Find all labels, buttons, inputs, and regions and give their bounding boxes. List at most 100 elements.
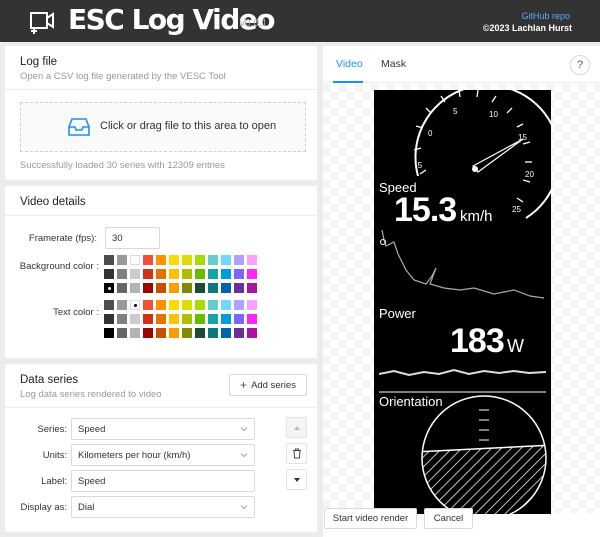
label-input[interactable]: Speed — [71, 470, 255, 492]
color-swatch[interactable] — [169, 255, 179, 265]
color-swatch[interactable] — [130, 255, 140, 265]
color-swatch[interactable] — [143, 283, 153, 293]
color-swatch[interactable] — [234, 269, 244, 279]
color-swatch[interactable] — [195, 269, 205, 279]
text-color-picker[interactable] — [104, 300, 270, 338]
color-swatch[interactable] — [234, 328, 244, 338]
color-swatch[interactable] — [117, 328, 127, 338]
dropzone-text: Click or drag file to this area to open — [100, 120, 277, 132]
color-swatch[interactable] — [182, 255, 192, 265]
color-swatch[interactable] — [104, 269, 114, 279]
color-swatch[interactable] — [195, 255, 205, 265]
color-swatch[interactable] — [195, 283, 205, 293]
color-swatch[interactable] — [169, 300, 179, 310]
color-swatch[interactable] — [234, 255, 244, 265]
color-swatch[interactable] — [104, 300, 114, 310]
swatch-spacer — [260, 328, 270, 338]
color-swatch[interactable] — [234, 283, 244, 293]
log-file-header: Log file Open a CSV log file generated b… — [5, 46, 317, 90]
color-swatch[interactable] — [182, 283, 192, 293]
color-swatch[interactable] — [234, 300, 244, 310]
color-swatch[interactable] — [143, 300, 153, 310]
series-select[interactable]: Speed — [71, 418, 255, 440]
color-swatch[interactable] — [182, 328, 192, 338]
color-swatch[interactable] — [117, 269, 127, 279]
color-swatch[interactable] — [130, 328, 140, 338]
color-swatch[interactable] — [156, 255, 166, 265]
color-swatch[interactable] — [143, 255, 153, 265]
color-swatch[interactable] — [247, 255, 257, 265]
file-dropzone[interactable]: Click or drag file to this area to open — [20, 102, 306, 152]
color-swatch[interactable] — [182, 269, 192, 279]
color-swatch[interactable] — [130, 269, 140, 279]
display-as-select[interactable]: Dial — [71, 496, 255, 518]
delete-series-button[interactable] — [286, 443, 307, 464]
color-swatch[interactable] — [156, 328, 166, 338]
color-swatch[interactable] — [247, 314, 257, 324]
color-swatch[interactable] — [130, 314, 140, 324]
color-swatch[interactable] — [169, 269, 179, 279]
tab-video[interactable]: Video — [336, 58, 363, 70]
units-label: Units: — [42, 450, 67, 461]
color-swatch[interactable] — [104, 255, 114, 265]
color-swatch[interactable] — [104, 283, 114, 293]
color-swatch[interactable] — [117, 255, 127, 265]
color-swatch[interactable] — [195, 314, 205, 324]
color-swatch[interactable] — [195, 328, 205, 338]
color-swatch[interactable] — [156, 283, 166, 293]
speed-unit: km/h — [460, 208, 493, 225]
color-swatch[interactable] — [156, 269, 166, 279]
power-label: Power — [379, 306, 417, 321]
color-swatch[interactable] — [130, 283, 140, 293]
color-swatch[interactable] — [208, 328, 218, 338]
color-swatch[interactable] — [130, 300, 140, 310]
color-swatch[interactable] — [143, 269, 153, 279]
color-swatch[interactable] — [156, 314, 166, 324]
dial-label: 20 — [525, 170, 534, 179]
color-swatch[interactable] — [247, 300, 257, 310]
help-button[interactable]: ? — [570, 55, 590, 75]
color-swatch[interactable] — [143, 328, 153, 338]
color-swatch[interactable] — [221, 283, 231, 293]
github-repo-link[interactable]: GitHub repo — [521, 11, 570, 21]
color-swatch[interactable] — [247, 283, 257, 293]
start-video-render-button[interactable]: Start video render — [324, 508, 417, 529]
move-up-button[interactable] — [286, 417, 307, 438]
color-swatch[interactable] — [247, 328, 257, 338]
cancel-button[interactable]: Cancel — [424, 508, 473, 529]
color-swatch[interactable] — [221, 300, 231, 310]
units-select[interactable]: Kilometers per hour (km/h) — [71, 444, 255, 466]
color-swatch[interactable] — [247, 269, 257, 279]
tab-mask[interactable]: Mask — [381, 58, 406, 70]
color-swatch[interactable] — [182, 314, 192, 324]
color-swatch[interactable] — [117, 300, 127, 310]
label-label: Label: — [41, 476, 67, 487]
color-swatch[interactable] — [104, 328, 114, 338]
color-swatch[interactable] — [169, 283, 179, 293]
color-swatch[interactable] — [221, 269, 231, 279]
framerate-input[interactable]: 30 — [105, 227, 160, 249]
color-swatch[interactable] — [208, 269, 218, 279]
color-swatch[interactable] — [143, 314, 153, 324]
color-swatch[interactable] — [221, 255, 231, 265]
background-color-picker[interactable] — [104, 255, 270, 293]
color-swatch[interactable] — [169, 328, 179, 338]
color-swatch[interactable] — [169, 314, 179, 324]
color-swatch[interactable] — [234, 314, 244, 324]
color-swatch[interactable] — [221, 314, 231, 324]
color-swatch[interactable] — [195, 300, 205, 310]
color-swatch[interactable] — [208, 300, 218, 310]
units-value: Kilometers per hour (km/h) — [78, 450, 191, 461]
color-swatch[interactable] — [156, 300, 166, 310]
color-swatch[interactable] — [208, 255, 218, 265]
color-swatch[interactable] — [208, 283, 218, 293]
color-swatch[interactable] — [221, 328, 231, 338]
color-swatch[interactable] — [104, 314, 114, 324]
swatch-spacer — [260, 269, 270, 279]
color-swatch[interactable] — [117, 283, 127, 293]
move-down-button[interactable] — [286, 469, 307, 490]
color-swatch[interactable] — [208, 314, 218, 324]
color-swatch[interactable] — [182, 300, 192, 310]
color-swatch[interactable] — [117, 314, 127, 324]
add-series-button[interactable]: + Add series — [229, 374, 307, 396]
